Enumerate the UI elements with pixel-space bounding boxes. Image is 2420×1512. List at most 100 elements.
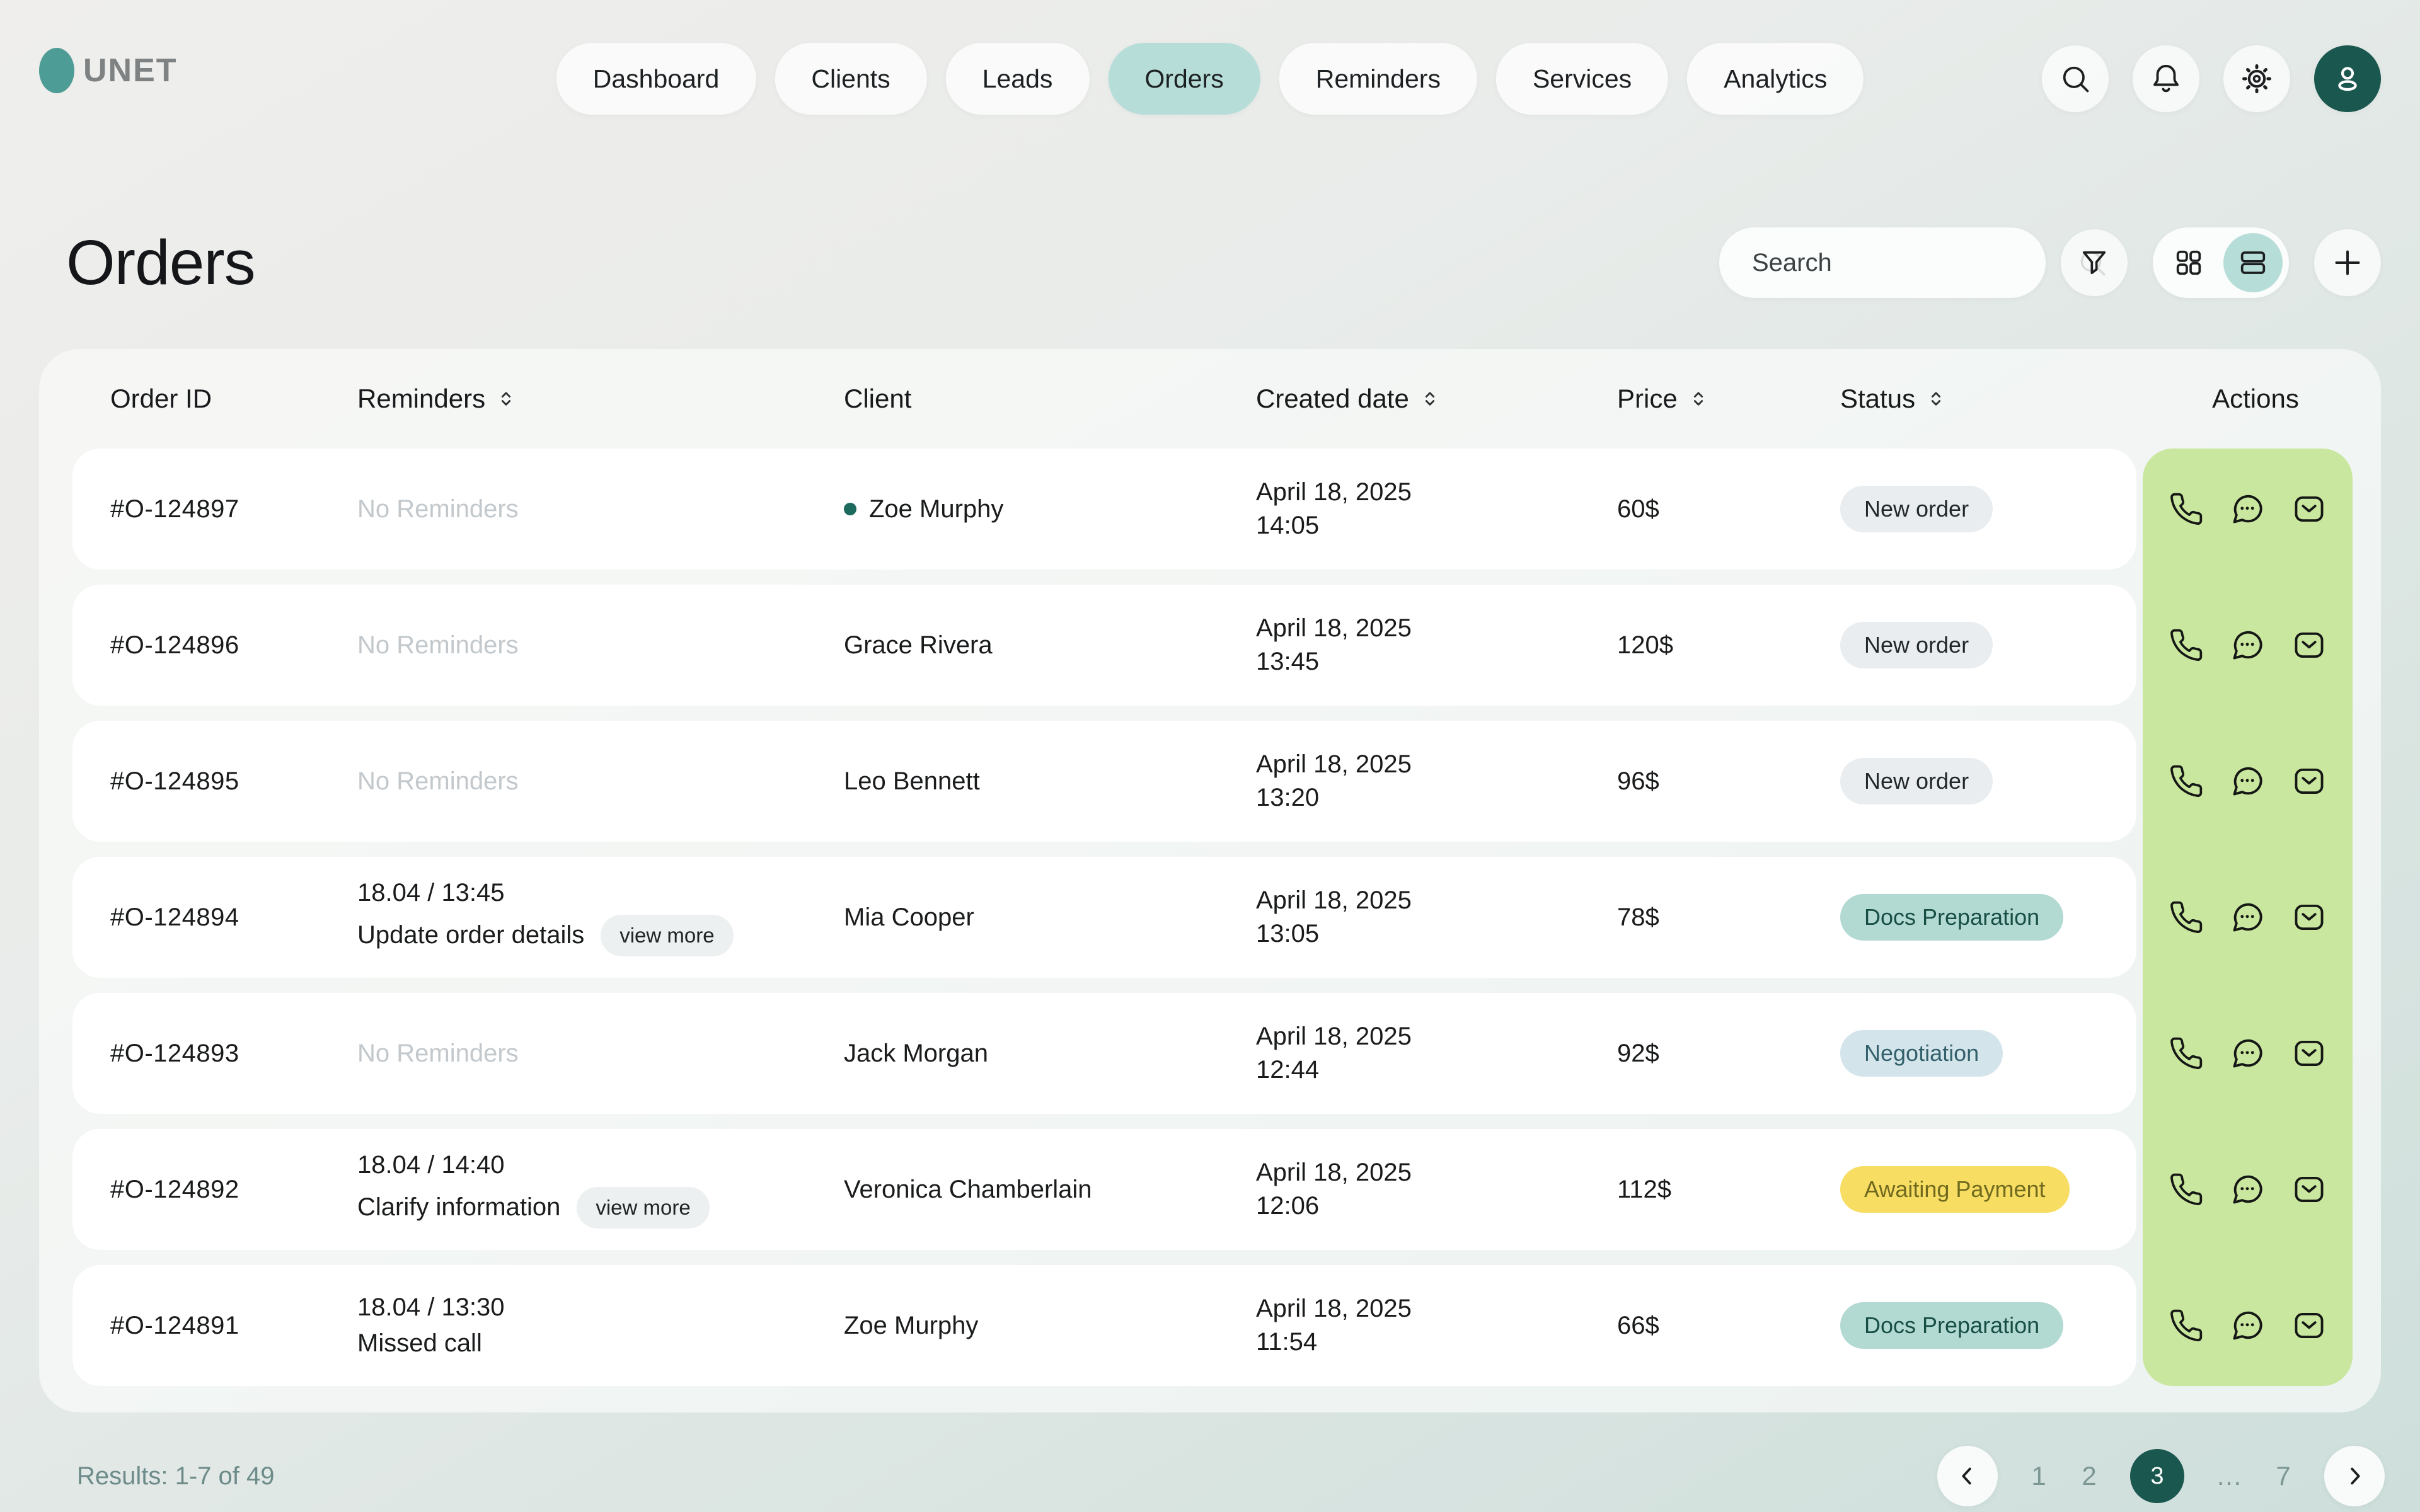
- order-id: #O-124891: [110, 1312, 357, 1340]
- created-date-cell: April 18, 202514:05: [1256, 476, 1617, 542]
- call-client-button[interactable]: [2169, 764, 2204, 799]
- email-client-button[interactable]: [2291, 491, 2327, 527]
- list-view-button[interactable]: [2223, 233, 2283, 292]
- filter-button[interactable]: [2061, 229, 2128, 296]
- table-rows: #O-124897 No Reminders Zoe Murphy April …: [72, 449, 2353, 1386]
- nav-item-clients[interactable]: Clients: [775, 43, 926, 115]
- pagination-ellipsis: …: [2216, 1461, 2242, 1491]
- created-date: April 18, 2025: [1256, 612, 1617, 645]
- profile-avatar[interactable]: [2314, 45, 2381, 112]
- created-date: April 18, 2025: [1256, 748, 1617, 781]
- settings-button[interactable]: [2223, 45, 2290, 112]
- client-cell: Leo Bennett: [844, 767, 1256, 796]
- status-badge: New order: [1840, 622, 1993, 668]
- add-order-button[interactable]: [2314, 229, 2381, 296]
- page-number-1[interactable]: 1: [2029, 1461, 2048, 1491]
- next-page-button[interactable]: [2324, 1446, 2385, 1506]
- status-badge: Negotiation: [1840, 1030, 2003, 1077]
- sort-icon[interactable]: [1419, 388, 1441, 410]
- status-cell: Docs Preparation: [1840, 1302, 2136, 1349]
- page-number-2[interactable]: 2: [2080, 1461, 2099, 1491]
- column-header-created-date[interactable]: Created date: [1256, 384, 1617, 414]
- reminders-cell: No Reminders: [357, 767, 844, 796]
- column-header-status[interactable]: Status: [1840, 384, 2158, 414]
- column-label: Reminders: [357, 384, 485, 414]
- email-client-button[interactable]: [2291, 627, 2327, 663]
- status-badge: New order: [1840, 486, 1993, 532]
- message-client-button[interactable]: [2229, 1307, 2266, 1344]
- search-input[interactable]: [1752, 249, 2077, 277]
- nav-item-dashboard[interactable]: Dashboard: [556, 43, 756, 115]
- table-row: #O-124896 No Reminders Grace Rivera Apri…: [72, 585, 2353, 706]
- client-name: Jack Morgan: [844, 1040, 988, 1068]
- search-box: [1719, 227, 2046, 298]
- email-client-button[interactable]: [2291, 763, 2327, 799]
- reminder-datetime: 18.04 / 13:30: [357, 1293, 844, 1322]
- order-id: #O-124897: [110, 495, 357, 524]
- message-client-button[interactable]: [2229, 1035, 2266, 1072]
- created-date: April 18, 2025: [1256, 1156, 1617, 1189]
- call-client-button[interactable]: [2169, 627, 2204, 663]
- page-number-3[interactable]: 3: [2130, 1449, 2184, 1503]
- grid-view-button[interactable]: [2159, 233, 2218, 292]
- email-client-button[interactable]: [2291, 1035, 2327, 1072]
- call-client-button[interactable]: [2169, 1308, 2204, 1343]
- previous-page-button[interactable]: [1937, 1446, 1998, 1506]
- created-time: 11:54: [1256, 1326, 1617, 1359]
- client-cell: Zoe Murphy: [844, 1312, 1256, 1340]
- status-cell: New order: [1840, 622, 2136, 668]
- call-client-button[interactable]: [2169, 1036, 2204, 1071]
- nav-item-services[interactable]: Services: [1496, 43, 1668, 115]
- table-row: #O-124897 No Reminders Zoe Murphy April …: [72, 449, 2353, 570]
- view-toggle: [2153, 227, 2289, 298]
- call-client-button[interactable]: [2169, 491, 2204, 527]
- sort-icon[interactable]: [495, 388, 517, 410]
- reminders-cell: No Reminders: [357, 1040, 844, 1068]
- reminders-cell: No Reminders: [357, 495, 844, 524]
- row-actions: [2143, 1129, 2353, 1250]
- client-name: Zoe Murphy: [844, 1312, 978, 1340]
- email-client-button[interactable]: [2291, 1307, 2327, 1344]
- sort-icon[interactable]: [1925, 388, 1947, 410]
- brand-logo[interactable]: UNET: [39, 48, 178, 93]
- message-client-button[interactable]: [2229, 763, 2266, 799]
- column-header-price[interactable]: Price: [1617, 384, 1840, 414]
- notifications-button[interactable]: [2133, 45, 2199, 112]
- status-badge: Docs Preparation: [1840, 1302, 2063, 1349]
- brand-name: UNET: [83, 52, 178, 89]
- nav-item-leads[interactable]: Leads: [946, 43, 1090, 115]
- email-client-button[interactable]: [2291, 899, 2327, 936]
- order-id: #O-124895: [110, 767, 357, 796]
- column-label: Order ID: [110, 384, 212, 414]
- column-header-client: Client: [844, 384, 1256, 414]
- sort-icon[interactable]: [1688, 388, 1709, 410]
- call-client-button[interactable]: [2169, 1172, 2204, 1207]
- order-id: #O-124892: [110, 1176, 357, 1204]
- created-date: April 18, 2025: [1256, 1020, 1617, 1053]
- nav-item-orders[interactable]: Orders: [1108, 43, 1260, 115]
- column-header-reminders[interactable]: Reminders: [357, 384, 844, 414]
- status-cell: Negotiation: [1840, 1030, 2136, 1077]
- message-client-button[interactable]: [2229, 1171, 2266, 1208]
- reminder-text: Clarify information: [357, 1193, 560, 1222]
- message-client-button[interactable]: [2229, 491, 2266, 527]
- column-header-actions: Actions: [2158, 384, 2353, 414]
- view-more-button[interactable]: view more: [601, 915, 733, 956]
- client-name: Zoe Murphy: [869, 495, 1003, 524]
- message-client-button[interactable]: [2229, 627, 2266, 663]
- created-date-cell: April 18, 202513:05: [1256, 884, 1617, 951]
- status-badge: Awaiting Payment: [1840, 1166, 2070, 1213]
- email-client-button[interactable]: [2291, 1171, 2327, 1208]
- nav-item-reminders[interactable]: Reminders: [1279, 43, 1477, 115]
- search-button[interactable]: [2042, 45, 2109, 112]
- view-more-button[interactable]: view more: [577, 1187, 709, 1228]
- nav-item-analytics[interactable]: Analytics: [1687, 43, 1864, 115]
- price-cell: 92$: [1617, 1040, 1840, 1068]
- top-bar: UNET Dashboard Clients LeadsOrders Reminder…: [39, 43, 2381, 116]
- table-row: #O-124892 18.04 / 14:40Clarify informati…: [72, 1129, 2353, 1250]
- status-badge: New order: [1840, 758, 1993, 805]
- page-number-7[interactable]: 7: [2274, 1461, 2293, 1491]
- call-client-button[interactable]: [2169, 900, 2204, 935]
- created-time: 12:06: [1256, 1189, 1617, 1223]
- message-client-button[interactable]: [2229, 899, 2266, 936]
